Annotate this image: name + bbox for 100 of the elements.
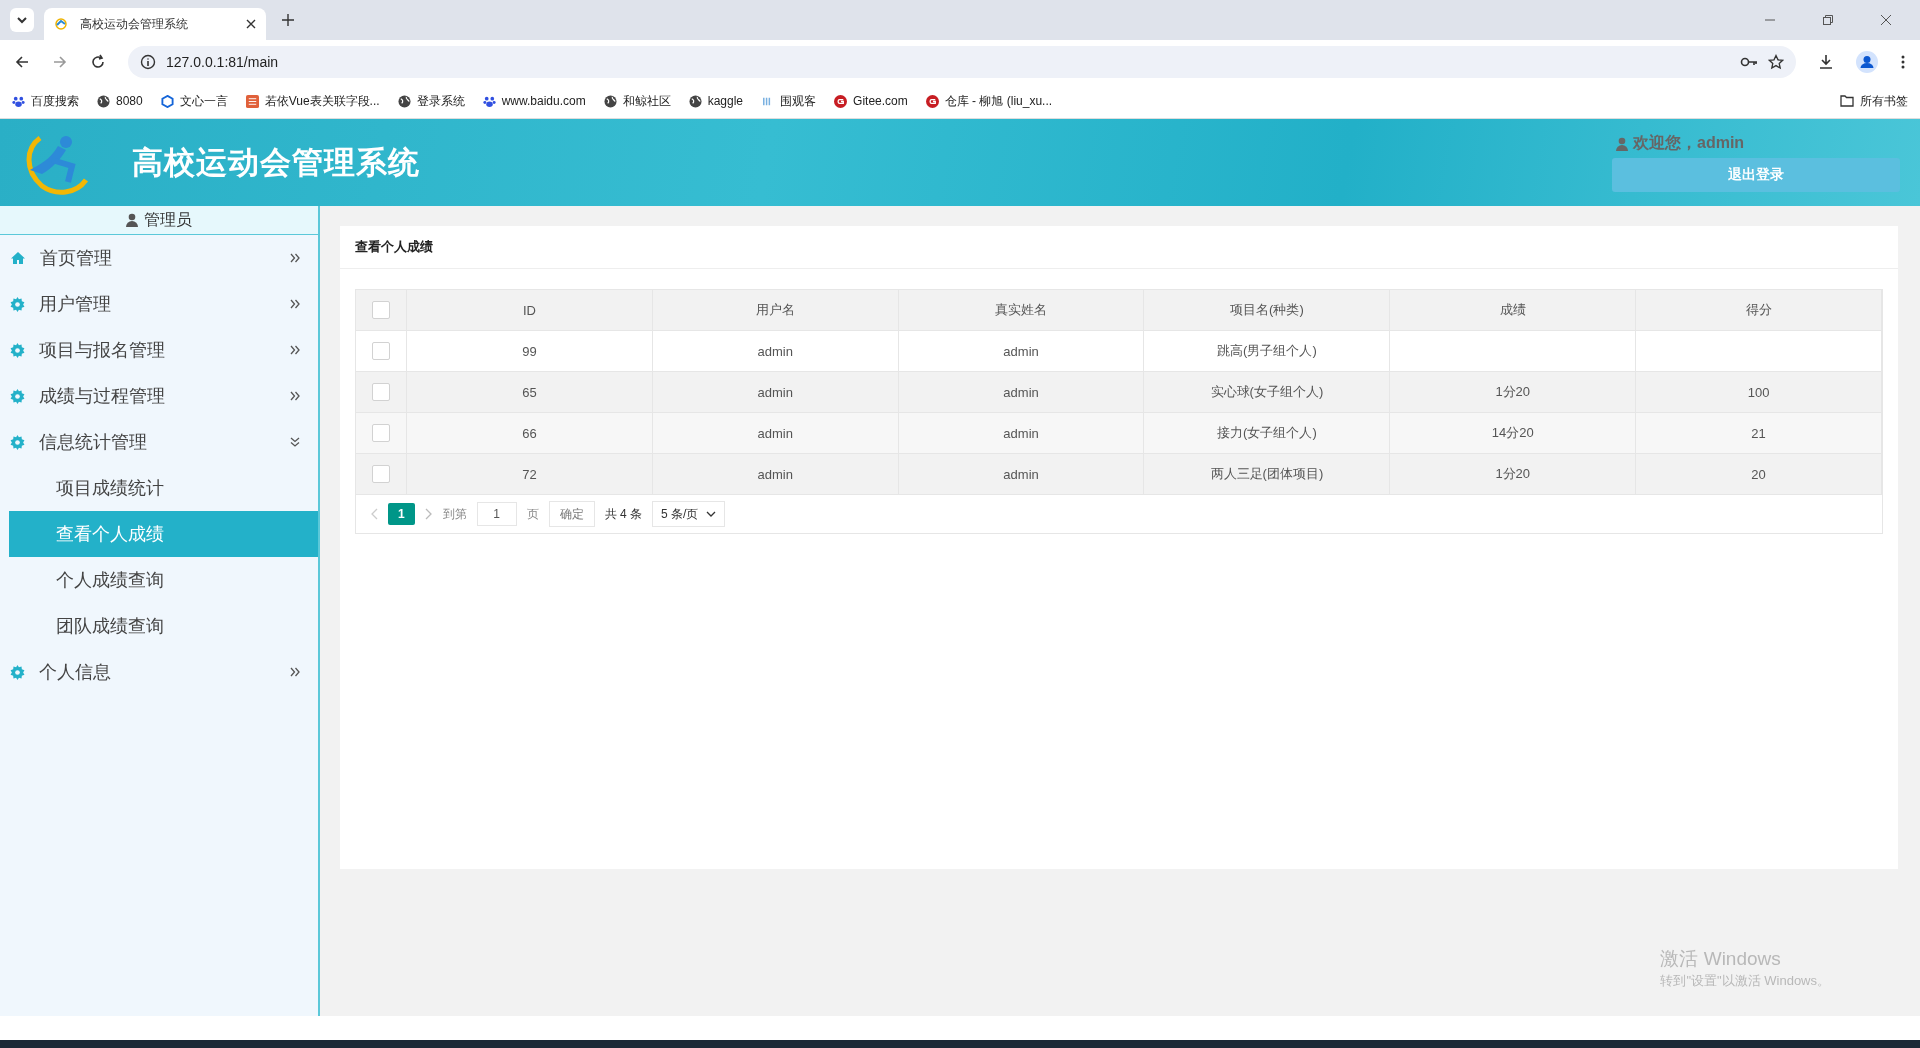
key-icon[interactable] bbox=[1740, 56, 1758, 68]
total-count: 共 4 条 bbox=[604, 505, 643, 523]
menu-item[interactable]: 成绩与过程管理 bbox=[0, 373, 318, 419]
table-cell: 72 bbox=[406, 453, 653, 494]
bookmark[interactable]: 8080 bbox=[97, 94, 143, 108]
new-tab-icon[interactable] bbox=[282, 14, 294, 26]
info-icon bbox=[140, 54, 156, 70]
download-icon[interactable] bbox=[1818, 54, 1834, 70]
bookmark[interactable]: 围观客 bbox=[761, 92, 817, 110]
bookmark[interactable]: 百度搜索 bbox=[12, 92, 79, 110]
table-cell: 实心球(女子组个人) bbox=[1144, 371, 1390, 413]
page-input[interactable]: 1 bbox=[476, 502, 517, 526]
row-checkbox[interactable] bbox=[372, 465, 390, 483]
table-cell: admin bbox=[652, 453, 899, 494]
submenu-item[interactable]: 团队成绩查询 bbox=[9, 603, 318, 649]
bookmark[interactable]: kaggle bbox=[688, 94, 744, 108]
row-checkbox[interactable] bbox=[372, 383, 390, 401]
table-cell: admin bbox=[898, 453, 1144, 494]
current-page[interactable]: 1 bbox=[388, 503, 415, 525]
menu-item[interactable]: 用户管理 bbox=[0, 281, 318, 327]
chevron-right-icon bbox=[290, 391, 300, 401]
chevron-down-icon bbox=[290, 437, 300, 447]
g-logo-icon bbox=[834, 94, 848, 108]
menu-icon[interactable] bbox=[1900, 54, 1906, 70]
close-icon[interactable] bbox=[246, 19, 256, 29]
table-cell: 20 bbox=[1635, 453, 1882, 494]
menu-item[interactable]: 首页管理 bbox=[0, 235, 318, 281]
menu-item[interactable]: 项目与报名管理 bbox=[0, 327, 318, 373]
tab-title: 高校运动会管理系统 bbox=[80, 15, 189, 33]
chevron-right-icon bbox=[290, 299, 300, 309]
document-icon bbox=[245, 94, 259, 108]
back-icon[interactable] bbox=[14, 54, 30, 70]
chevron-down-icon bbox=[16, 14, 28, 26]
user-icon bbox=[1616, 136, 1628, 151]
folder-icon bbox=[1840, 95, 1854, 107]
chevron-right-icon bbox=[290, 345, 300, 355]
star-icon[interactable] bbox=[1768, 54, 1784, 70]
submenu-item[interactable]: 项目成绩统计 bbox=[9, 465, 318, 511]
column-header: 得分 bbox=[1635, 290, 1882, 331]
row-checkbox[interactable] bbox=[372, 342, 390, 360]
chevron-right-icon bbox=[290, 667, 300, 677]
table-cell: admin bbox=[898, 371, 1144, 413]
table-cell: admin bbox=[652, 371, 899, 413]
welcome-text: 欢迎您，admin bbox=[1633, 133, 1745, 153]
bookmark[interactable]: 若依Vue表关联字段... bbox=[245, 92, 380, 110]
bookmark[interactable]: Gitee.com bbox=[834, 94, 908, 108]
bookmark[interactable]: 文心一言 bbox=[160, 92, 228, 110]
row-checkbox[interactable] bbox=[372, 424, 390, 442]
bookmark[interactable]: 和鲸社区 bbox=[603, 92, 671, 110]
bookmark[interactable]: www.baidu.com bbox=[482, 94, 586, 108]
activation-title: 激活 Windows bbox=[1660, 947, 1782, 971]
caret-icon bbox=[706, 511, 717, 517]
table-cell: 接力(女子组个人) bbox=[1144, 412, 1390, 454]
confirm-button[interactable]: 确定 bbox=[548, 501, 595, 527]
gear-icon bbox=[10, 296, 25, 312]
table-cell: 66 bbox=[406, 412, 653, 454]
app-title: 高校运动会管理系统 bbox=[132, 143, 420, 182]
table-cell: 两人三足(团体项目) bbox=[1144, 453, 1390, 494]
column-header: 成绩 bbox=[1389, 290, 1636, 331]
globe-icon bbox=[688, 94, 702, 108]
forward-icon[interactable] bbox=[52, 54, 68, 70]
table-cell: 1分20 bbox=[1389, 371, 1636, 413]
globe-icon bbox=[397, 94, 411, 108]
tab-list-button[interactable] bbox=[10, 8, 34, 32]
gear-icon bbox=[10, 434, 25, 450]
column-header: 用户名 bbox=[652, 290, 899, 331]
all-bookmarks-button[interactable]: 所有书签 bbox=[1840, 92, 1908, 110]
card-title: 查看个人成绩 bbox=[340, 226, 1898, 269]
globe-icon bbox=[97, 94, 110, 108]
select-all-checkbox[interactable] bbox=[372, 301, 390, 319]
table-cell: admin bbox=[652, 412, 899, 454]
gear-icon bbox=[10, 342, 25, 358]
table-cell: 100 bbox=[1635, 371, 1882, 413]
profile-icon[interactable] bbox=[1856, 51, 1878, 73]
paw-icon bbox=[482, 94, 496, 108]
cube-icon bbox=[160, 94, 174, 108]
home-icon bbox=[10, 251, 26, 265]
submenu-item[interactable]: 个人成绩查询 bbox=[9, 557, 318, 603]
address-field[interactable]: 127.0.0.1:81/main bbox=[128, 46, 1796, 78]
table-cell: 21 bbox=[1635, 412, 1882, 454]
globe-icon bbox=[603, 94, 617, 108]
column-header: 项目名(种类) bbox=[1144, 290, 1390, 331]
column-header: ID bbox=[406, 290, 653, 331]
gear-icon bbox=[10, 664, 25, 680]
table-cell: 65 bbox=[406, 371, 653, 413]
menu-item[interactable]: 信息统计管理 bbox=[0, 419, 318, 465]
bookmark[interactable]: 仓库 - 柳旭 (liu_xu... bbox=[925, 92, 1053, 110]
gear-icon bbox=[10, 388, 25, 404]
column-header: 真实姓名 bbox=[898, 290, 1144, 331]
bookmark[interactable]: 登录系统 bbox=[397, 92, 465, 110]
paw-icon bbox=[12, 94, 25, 108]
reload-icon[interactable] bbox=[90, 54, 106, 70]
restore-icon[interactable] bbox=[1822, 14, 1834, 26]
table-cell: admin bbox=[898, 412, 1144, 454]
close-icon[interactable] bbox=[1880, 14, 1892, 26]
g-logo-icon bbox=[925, 94, 939, 108]
role-label: 管理员 bbox=[144, 209, 192, 230]
menu-item[interactable]: 个人信息 bbox=[0, 649, 318, 695]
browser-tab[interactable]: 高校运动会管理系统 bbox=[44, 8, 266, 40]
page-size-select[interactable]: 5 条/页 bbox=[652, 501, 726, 527]
